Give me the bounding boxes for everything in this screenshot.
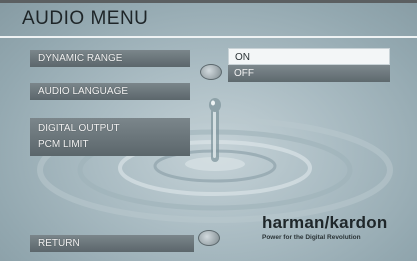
pcm-limit-label: PCM LIMIT (38, 139, 89, 150)
brand-name: harman/kardon (262, 213, 388, 232)
dynamic-range-button[interactable]: DYNAMIC RANGE (30, 50, 190, 67)
return-knob (198, 230, 220, 246)
option-on[interactable]: ON (228, 48, 390, 65)
brand-logo: harman/kardon Power for the Digital Revo… (262, 213, 412, 241)
option-off[interactable]: OFF (228, 65, 390, 82)
digital-output-button[interactable]: DIGITAL OUTPUT PCM LIMIT (30, 118, 190, 156)
digital-output-label: DIGITAL OUTPUT (38, 123, 120, 134)
audio-language-button[interactable]: AUDIO LANGUAGE (30, 83, 190, 100)
brand-tagline: Power for the Digital Revolution (262, 234, 361, 241)
return-button[interactable]: RETURN (30, 235, 194, 252)
option-selector-knob (200, 64, 222, 80)
